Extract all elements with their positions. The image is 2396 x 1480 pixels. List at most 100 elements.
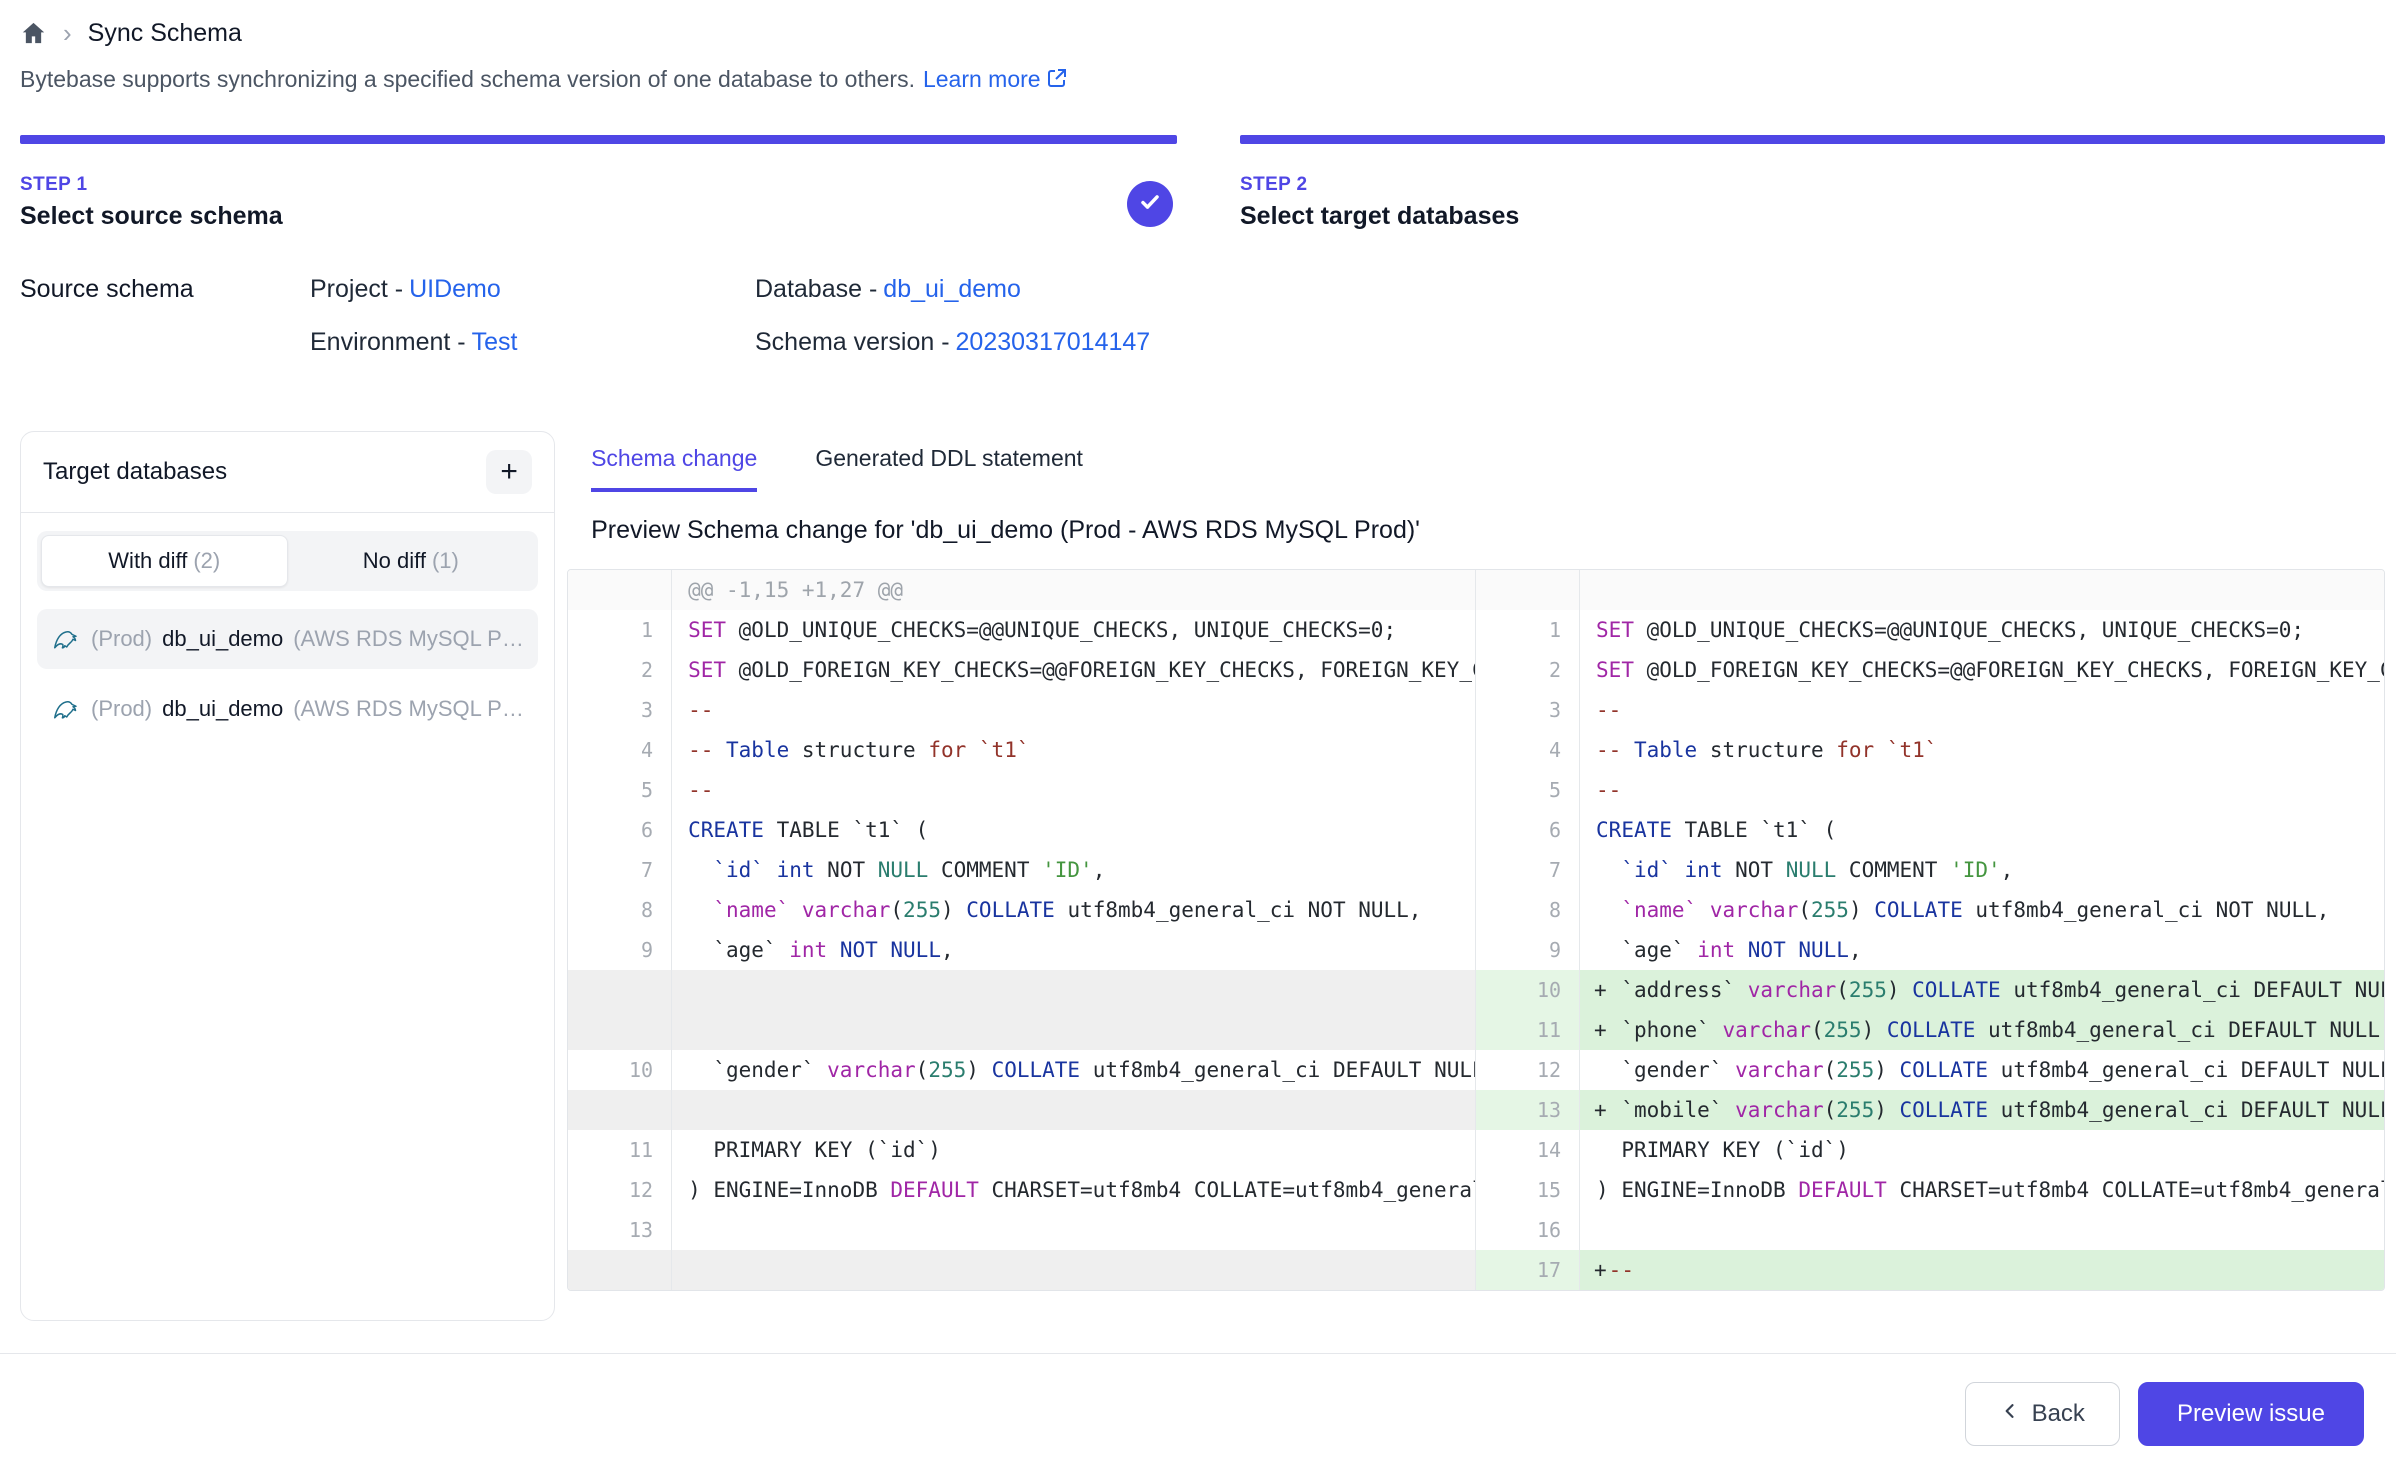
preview-title: Preview Schema change for 'db_ui_demo (P… [591,516,2385,545]
code-token: utf8mb4_general_ci NOT NULL, [1055,898,1422,922]
left-code-line: `id` int NOT NULL COMMENT 'ID', [672,850,1476,890]
with-diff-count: (2) [193,548,220,573]
left-line-number [568,1250,672,1290]
code-token [1874,738,1887,762]
code-token: `gender` [1596,1058,1735,1082]
diff-view[interactable]: @@ -1,15 +1,27 @@1SET @OLD_UNIQUE_CHECKS… [567,569,2385,1291]
code-token: `gender` [688,1058,827,1082]
preview-issue-button[interactable]: Preview issue [2138,1382,2364,1446]
left-code-line: -- [672,690,1476,730]
database-instance: (AWS RDS MySQL Prod) [293,626,524,652]
right-code-line: -- [1580,690,2384,730]
page-header: › Sync Schema Bytebase supports synchron… [0,0,2396,93]
page-title: Sync Schema [88,19,242,48]
database-name: db_ui_demo [162,626,283,652]
right-code-line: `gender` varchar(255) COLLATE utf8mb4_ge… [1580,1050,2384,1090]
database-item[interactable]: (Prod)db_ui_demo(AWS RDS MySQL Prod) [37,609,538,669]
right-line-number: 17 [1476,1250,1580,1290]
right-line-number: 6 [1476,810,1580,850]
code-token: -- [1596,738,1634,762]
code-token: @OLD_FOREIGN_KEY_CHECKS=@@FOREIGN_KEY_CH… [1634,658,2384,682]
database-item[interactable]: (Prod)db_ui_demo(AWS RDS MySQL Prod) [37,679,538,739]
code-token: 255 [1824,1018,1862,1042]
add-database-button[interactable]: + [486,450,532,494]
diff-add-sign: + [1594,1010,1607,1050]
code-token: ( [1836,978,1849,1002]
code-token: for [1836,738,1874,762]
code-token [827,938,840,962]
step-1: STEP 1 Select source schema [20,135,1177,231]
right-code-line [1580,570,2384,610]
code-token: ) ENGINE=InnoDB [1596,1178,1798,1202]
code-token: varchar [1722,1018,1811,1042]
left-code-line: SET @OLD_FOREIGN_KEY_CHECKS=@@FOREIGN_KE… [672,650,1476,690]
right-line-number: 10 [1476,970,1580,1010]
learn-more-link[interactable]: Learn more [923,66,1069,93]
environment-link[interactable]: Test [472,328,518,356]
right-code-line: ) ENGINE=InnoDB DEFAULT CHARSET=utf8mb4 … [1580,1170,2384,1210]
left-line-number: 9 [568,930,672,970]
code-token: ( [916,1058,929,1082]
diff-filter-tabs: With diff(2) No diff(1) [37,531,538,591]
no-diff-tab[interactable]: No diff(1) [288,535,535,587]
step-2-progress-bar [1240,135,2385,144]
code-token: 'ID' [1042,858,1093,882]
preview-issue-label: Preview issue [2177,1400,2325,1428]
code-token: `name` varchar [713,898,890,922]
code-token: NOT NULL [840,938,941,962]
code-token: , [941,938,954,962]
diff-add-sign: + [1594,1090,1607,1130]
code-token: @OLD_UNIQUE_CHECKS=@@UNIQUE_CHECKS, UNIQ… [1634,618,2304,642]
code-token: ( [1824,1058,1837,1082]
breadcrumb-separator-icon: › [63,20,72,46]
code-token: -- [688,778,713,802]
code-token: , [2001,858,2014,882]
code-token: NOT [1722,858,1785,882]
code-token: `address` [1596,978,1748,1002]
code-token: NULL [878,858,929,882]
left-code-line: @@ -1,15 +1,27 @@ [672,570,1476,610]
home-icon[interactable] [20,20,47,47]
step-1-progress-bar [20,135,1177,144]
tab-generated-ddl[interactable]: Generated DDL statement [815,445,1083,492]
code-token: `age` [688,938,789,962]
code-token: 255 [928,1058,966,1082]
right-code-line: + -- [1580,1250,2384,1290]
code-token: COLLATE [1874,898,1963,922]
left-line-number: 7 [568,850,672,890]
code-token: `mobile` [1596,1098,1735,1122]
code-token: `id` int [713,858,814,882]
left-line-number: 5 [568,770,672,810]
code-token: DEFAULT [1798,1178,1887,1202]
code-token: ) [1874,1098,1899,1122]
code-token: varchar [1735,1058,1824,1082]
left-line-number: 11 [568,1130,672,1170]
right-code-line: CREATE TABLE `t1` ( [1580,810,2384,850]
code-token: utf8mb4_general_ci NOT NULL, [1963,898,2330,922]
right-line-number: 4 [1476,730,1580,770]
code-token: TABLE `t1` ( [764,818,928,842]
code-token: 255 [903,898,941,922]
project-link[interactable]: UIDemo [409,275,501,303]
left-line-number [568,1010,672,1050]
code-token: varchar [1735,1098,1824,1122]
database-link[interactable]: db_ui_demo [883,275,1021,303]
code-token: COLLATE [992,1058,1081,1082]
right-code-line: + `phone` varchar(255) COLLATE utf8mb4_g… [1580,1010,2384,1050]
code-token: ) [1874,1058,1899,1082]
code-token: ) ENGINE=InnoDB [688,1178,890,1202]
right-code-line: SET @OLD_UNIQUE_CHECKS=@@UNIQUE_CHECKS, … [1580,610,2384,650]
with-diff-tab[interactable]: With diff(2) [41,535,288,587]
left-line-number: 10 [568,1050,672,1090]
code-token: TABLE `t1` ( [1672,818,1836,842]
code-token: COLLATE [966,898,1055,922]
left-line-number [568,570,672,610]
mysql-icon [51,624,81,654]
code-token: COLLATE [1887,1018,1976,1042]
environment-field: Environment -Test [310,328,755,357]
back-button[interactable]: Back [1965,1382,2120,1446]
right-code-line: -- Table structure for `t1` [1580,730,2384,770]
code-token: COLLATE [1900,1058,1989,1082]
tab-schema-change[interactable]: Schema change [591,445,757,492]
schema-version-link[interactable]: 20230317014147 [956,328,1151,356]
